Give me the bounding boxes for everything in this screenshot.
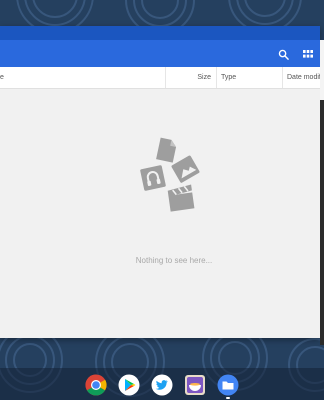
desktop: e Size Type Date modifi Nothing to see h… xyxy=(0,0,324,400)
search-button[interactable] xyxy=(272,43,294,65)
grid-view-icon xyxy=(303,50,313,58)
chrome-icon[interactable] xyxy=(85,374,107,396)
files-toolbar xyxy=(0,40,320,67)
empty-state-message: Nothing to see here... xyxy=(135,256,213,265)
twitter-icon[interactable] xyxy=(151,374,173,396)
image-icon xyxy=(171,155,200,183)
column-header-type[interactable]: Type xyxy=(221,67,276,88)
cooking-app-icon[interactable] xyxy=(184,374,206,396)
empty-folder-illustration xyxy=(140,137,200,212)
search-icon xyxy=(278,49,289,60)
column-header-size[interactable]: Size xyxy=(166,67,211,88)
audio-icon xyxy=(140,165,166,191)
play-store-icon[interactable] xyxy=(118,374,140,396)
column-divider[interactable] xyxy=(216,67,217,88)
running-app-indicator xyxy=(226,397,230,399)
column-divider[interactable] xyxy=(282,67,283,88)
column-header-date-modified[interactable]: Date modifi xyxy=(287,67,320,88)
window-title-bar[interactable] xyxy=(0,26,320,40)
grid-view-button[interactable] xyxy=(297,43,319,65)
video-icon xyxy=(167,184,195,212)
document-icon xyxy=(156,137,177,163)
files-app-icon[interactable] xyxy=(217,374,239,396)
file-list-header: e Size Type Date modifi xyxy=(0,67,320,89)
column-header-name[interactable]: e xyxy=(0,67,20,88)
background-window-edge-top[interactable] xyxy=(320,40,324,100)
